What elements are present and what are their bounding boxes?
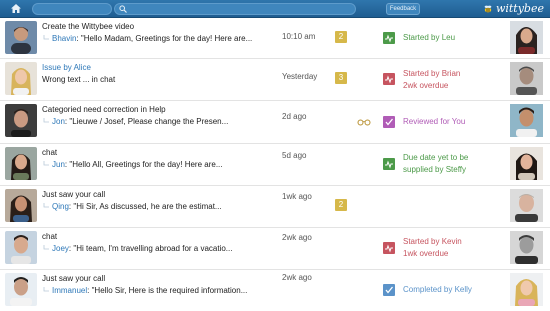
list-item[interactable]: Just saw your call Immanuel: "Hello Sir,… — [0, 270, 550, 311]
overdue-line: 2wk overdue — [403, 81, 449, 90]
assignee-avatar — [510, 189, 543, 222]
status-text: Started by Leu — [403, 32, 455, 44]
message-preview: Immanuel: "Hello Sir, Here is the requir… — [42, 286, 247, 295]
unread-count-badge[interactable]: 2 — [335, 199, 347, 211]
search-input[interactable] — [114, 3, 356, 15]
unread-count-badge[interactable]: 2 — [335, 31, 347, 43]
message-text: "Hi team, I'm travelling abroad for a va… — [73, 244, 233, 253]
status-line: Started by Brian — [403, 69, 461, 78]
status-line: Started by Kevin — [403, 237, 462, 246]
message-preview: Qing: "Hi Sir, As discussed, he are the … — [42, 202, 222, 211]
logo-text: wittybee — [495, 2, 544, 15]
assignee-avatar — [510, 104, 543, 137]
assignee-avatar — [510, 147, 543, 180]
activity-icon — [383, 158, 395, 170]
list-item[interactable]: chat Jun: "Hello All, Greetings for the … — [0, 144, 550, 186]
glasses-icon — [357, 118, 371, 126]
status-text: Started by Brian 2wk overdue — [403, 68, 460, 92]
message-text: "Hello All, Greetings for the day! Here … — [69, 160, 223, 169]
reply-arrow-icon — [42, 117, 50, 125]
completed-check-icon — [383, 284, 395, 296]
message-text: "Hello Sir, Here is the required informa… — [91, 286, 248, 295]
activity-icon — [383, 242, 395, 254]
message-preview: Bhavin: "Hello Madam, Greetings for the … — [42, 34, 252, 43]
avatar — [5, 104, 37, 137]
activity-icon — [383, 32, 395, 44]
message-preview: Jun: "Hello All, Greetings for the day! … — [42, 160, 223, 169]
sender-name[interactable]: Qing — [52, 202, 69, 211]
reply-arrow-icon — [42, 160, 50, 168]
message-preview: Joey: "Hi team, I'm travelling abroad fo… — [42, 244, 232, 253]
workspace-dropdown[interactable] — [32, 3, 112, 15]
reply-arrow-icon — [42, 202, 50, 210]
conversation-subject: chat — [42, 148, 58, 157]
avatar — [5, 62, 37, 95]
conversation-subject: Categoried need correction in Help — [42, 105, 166, 114]
timestamp: 1wk ago — [282, 192, 312, 201]
conversation-subject[interactable]: Issue by Alice — [42, 63, 91, 72]
status-text: Due date yet to be supplied by Steffy — [403, 152, 468, 176]
timestamp: Yesterday — [282, 72, 318, 81]
list-item[interactable]: Just saw your call Qing: "Hi Sir, As dis… — [0, 186, 550, 228]
assignee-avatar — [510, 231, 543, 264]
sender-name[interactable]: Bhavin — [52, 34, 76, 43]
assignee-avatar — [510, 62, 543, 95]
timestamp: 10:10 am — [282, 32, 316, 41]
feedback-button[interactable]: Feedback — [386, 3, 420, 15]
timestamp: 2d ago — [282, 112, 307, 121]
status-text: Started by Kevin 1wk overdue — [403, 236, 462, 260]
unread-count-badge[interactable]: 3 — [335, 72, 347, 84]
reply-arrow-icon — [42, 34, 50, 42]
home-icon[interactable] — [10, 3, 22, 14]
message-text: "Hi Sir, As discussed, he are the estima… — [73, 202, 222, 211]
list-item[interactable]: Categoried need correction in Help Jon: … — [0, 101, 550, 144]
list-item[interactable]: Issue by Alice Wrong text ... in chat Ye… — [0, 59, 550, 101]
avatar — [5, 21, 37, 54]
message-preview: Jon: "Lieuwe / Josef, Please change the … — [42, 117, 228, 126]
overdue-line: 1wk overdue — [403, 249, 449, 258]
message-text: "Hello Madam, Greetings for the day! Her… — [80, 34, 253, 43]
wittybee-logo: wittybee — [483, 2, 544, 15]
list-item[interactable]: chat Joey: "Hi team, I'm travelling abro… — [0, 228, 550, 270]
timestamp: 5d ago — [282, 151, 307, 160]
bee-logo-icon — [483, 4, 493, 14]
conversation-subject: chat — [42, 232, 58, 241]
status-line: Started by Leu — [403, 33, 456, 42]
reply-arrow-icon — [42, 244, 50, 252]
message-text: "Lieuwe / Josef, Please change the Prese… — [69, 117, 229, 126]
conversation-subject: Just saw your call — [42, 190, 106, 199]
reply-arrow-icon — [42, 286, 50, 294]
timestamp: 2wk ago — [282, 273, 312, 282]
avatar — [5, 231, 37, 264]
sender-name[interactable]: Joey — [52, 244, 69, 253]
message-preview: Wrong text ... in chat — [42, 75, 115, 84]
conversation-subject: Create the Wittybee video — [42, 22, 135, 31]
list-item[interactable]: Create the Wittybee video Bhavin: "Hello… — [0, 18, 550, 59]
conversation-subject: Just saw your call — [42, 274, 106, 283]
status-line: Completed by Kelly — [403, 285, 472, 294]
reviewed-check-icon — [383, 116, 395, 128]
status-text: Reviewed for You — [403, 116, 465, 128]
message-text: Wrong text ... in chat — [42, 75, 116, 84]
status-line-2: supplied by Steffy — [403, 165, 467, 174]
status-line: Due date yet to be — [403, 153, 469, 162]
sender-name[interactable]: Jon — [52, 117, 65, 126]
avatar — [5, 273, 37, 306]
top-navigation-bar: Feedback wittybee — [0, 0, 550, 18]
sender-name[interactable]: Immanuel — [52, 286, 87, 295]
avatar — [5, 189, 37, 222]
status-line: Reviewed for You — [403, 117, 466, 126]
assignee-avatar — [510, 21, 543, 54]
assignee-avatar — [510, 273, 543, 306]
sender-name[interactable]: Jun — [52, 160, 65, 169]
activity-icon — [383, 73, 395, 85]
timestamp: 2wk ago — [282, 233, 312, 242]
search-icon — [119, 5, 127, 13]
avatar — [5, 147, 37, 180]
status-text: Completed by Kelly — [403, 284, 472, 296]
